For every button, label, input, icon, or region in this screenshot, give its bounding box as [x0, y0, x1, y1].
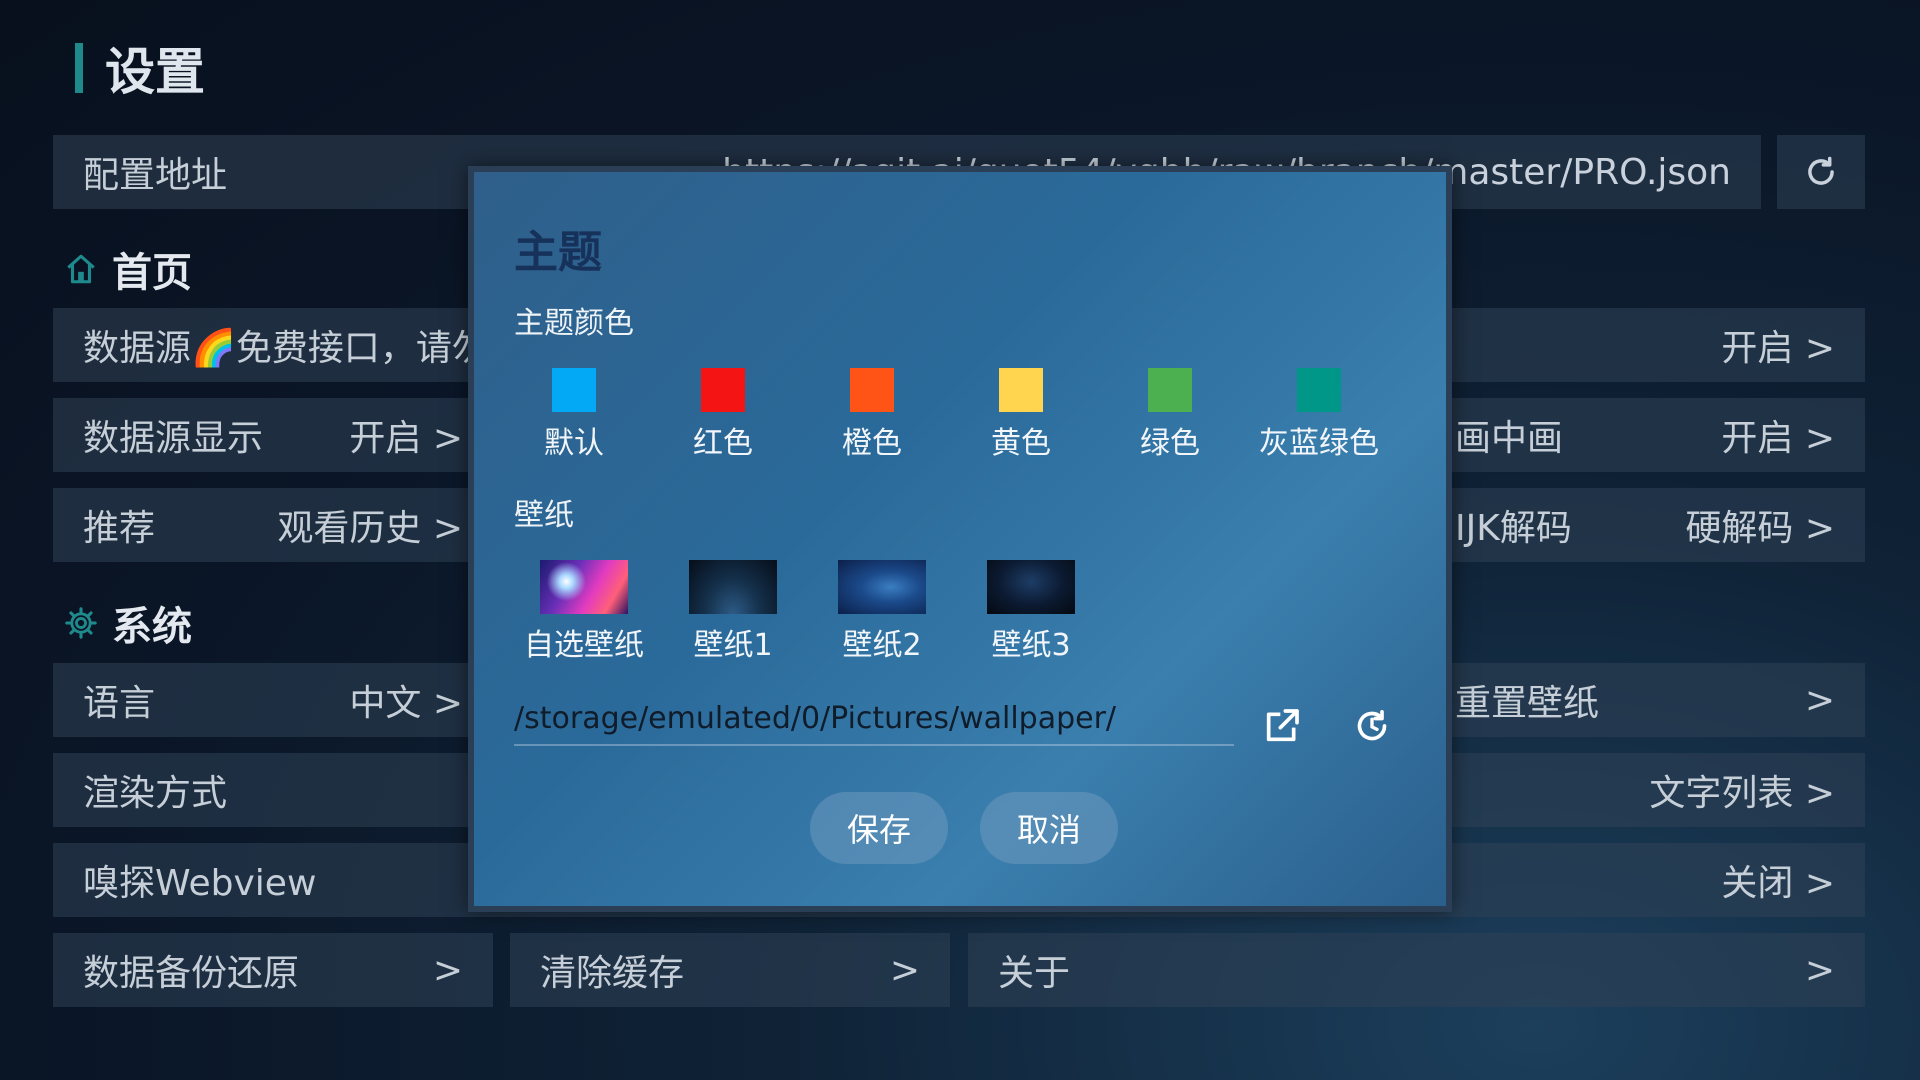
title-accent-bar [75, 43, 83, 93]
color-swatch-box [999, 368, 1043, 412]
color-swatch-box [701, 368, 745, 412]
color-swatch[interactable]: 绿色 [1110, 368, 1230, 462]
wallpaper-2-label: 壁纸2 [842, 628, 922, 663]
wallpaper-path-value: /storage/emulated/0/Pictures/wallpaper/ [514, 701, 1117, 736]
wallpaper-path-input[interactable]: /storage/emulated/0/Pictures/wallpaper/ [514, 696, 1234, 746]
cancel-button[interactable]: 取消 [980, 792, 1118, 864]
color-swatch-box [552, 368, 596, 412]
language-row[interactable]: 语言 中文 > [53, 663, 493, 737]
datasource-show-row[interactable]: 数据源显示 开启 > [53, 398, 493, 472]
ijk-label: IJK解码 [1455, 508, 1572, 549]
config-refresh-button[interactable] [1777, 135, 1865, 209]
color-swatch[interactable]: 黄色 [961, 368, 1081, 462]
datasource-show-value: 开启 > [349, 418, 463, 459]
datasource-note-label: 数据源🌈免费接口，请勿 [83, 328, 488, 369]
color-swatch-box [1297, 368, 1341, 412]
reset-path-button[interactable] [1348, 702, 1396, 750]
theme-color-title: 主题颜色 [514, 306, 634, 341]
recommend-label: 推荐 [83, 508, 156, 549]
about-row[interactable]: 关于 > [968, 933, 1865, 1007]
clear-cache-value: > [889, 949, 920, 991]
reset-wallpaper-row[interactable]: 重置壁纸 > [1425, 663, 1865, 737]
backup-value: > [432, 949, 463, 991]
wallpaper-3-thumbnail [987, 560, 1075, 614]
ijk-row[interactable]: IJK解码 硬解码 > [1425, 488, 1865, 562]
wallpaper-1-label: 壁纸1 [693, 628, 773, 663]
wallpaper-1-thumbnail [689, 560, 777, 614]
color-swatch[interactable]: 橙色 [812, 368, 932, 462]
section-home-label: 首页 [112, 250, 192, 296]
reset-wallpaper-value: > [1804, 679, 1835, 721]
page-header: 设置 [75, 38, 205, 101]
save-button[interactable]: 保存 [810, 792, 948, 864]
wallpaper-3[interactable]: 壁纸3 [961, 560, 1101, 664]
about-label: 关于 [998, 953, 1071, 994]
color-swatch-label: 红色 [693, 426, 753, 461]
color-swatch-label: 绿色 [1140, 426, 1200, 461]
wallpaper-title: 壁纸 [514, 498, 574, 533]
about-value: > [1804, 949, 1835, 991]
clear-cache-row[interactable]: 清除缓存 > [510, 933, 950, 1007]
recommend-row[interactable]: 推荐 观看历史 > [53, 488, 493, 562]
datasource-show-label: 数据源显示 [83, 418, 264, 459]
sniff-label: 嗅探Webview [83, 863, 317, 904]
reset-wallpaper-label: 重置壁纸 [1455, 683, 1600, 724]
wallpaper-3-label: 壁纸3 [991, 628, 1071, 663]
pip-row[interactable]: 画中画 开启 > [1425, 398, 1865, 472]
render-value: 文字列表 > [1649, 773, 1835, 814]
backup-label: 数据备份还原 [83, 953, 300, 994]
color-swatch-label: 橙色 [842, 426, 902, 461]
backup-row[interactable]: 数据备份还原 > [53, 933, 493, 1007]
language-value: 中文 > [349, 683, 463, 724]
datasource-note-value: 开启 > [1721, 328, 1835, 369]
recommend-value: 观看历史 > [277, 508, 463, 549]
color-swatch[interactable]: 红色 [663, 368, 783, 462]
open-external-icon [1266, 709, 1299, 742]
wallpaper-custom-label: 自选壁纸 [524, 628, 644, 663]
wallpaper-2-thumbnail [838, 560, 926, 614]
section-system: 系统 [64, 594, 192, 652]
color-swatch-label: 灰蓝绿色 [1259, 426, 1379, 461]
refresh-icon [1808, 156, 1834, 185]
wallpaper-custom-thumbnail [540, 560, 628, 614]
clear-cache-label: 清除缓存 [540, 953, 685, 994]
color-swatch-box [850, 368, 894, 412]
home-icon [67, 254, 95, 284]
language-label: 语言 [83, 683, 156, 724]
wallpaper-custom[interactable]: 自选壁纸 [514, 560, 654, 664]
sniff-value: 关闭 > [1721, 863, 1835, 904]
config-address-label: 配置地址 [83, 155, 228, 196]
theme-dialog: 主题 主题颜色 默认 红色 橙色 黄色 绿色 灰蓝绿色 壁纸 自选壁纸 壁纸1 壁纸2 壁… [468, 166, 1452, 912]
color-swatch[interactable]: 灰蓝绿色 [1259, 368, 1379, 462]
pip-label: 画中画 [1455, 418, 1564, 459]
page-title: 设置 [105, 43, 205, 101]
gear-icon [65, 607, 97, 639]
color-swatch[interactable]: 默认 [514, 368, 634, 462]
color-swatch-label: 黄色 [991, 426, 1051, 461]
wallpaper-1[interactable]: 壁纸1 [663, 560, 803, 664]
section-home: 首页 [64, 240, 192, 298]
history-icon [1357, 710, 1387, 741]
color-swatch-box [1148, 368, 1192, 412]
open-external-button[interactable] [1258, 702, 1306, 750]
section-system-label: 系统 [112, 604, 192, 650]
pip-value: 开启 > [1721, 418, 1835, 459]
color-swatch-label: 默认 [544, 426, 604, 461]
dialog-title: 主题 [514, 227, 602, 278]
wallpaper-2[interactable]: 壁纸2 [812, 560, 952, 664]
render-label: 渲染方式 [83, 773, 228, 814]
ijk-value: 硬解码 > [1685, 508, 1835, 549]
